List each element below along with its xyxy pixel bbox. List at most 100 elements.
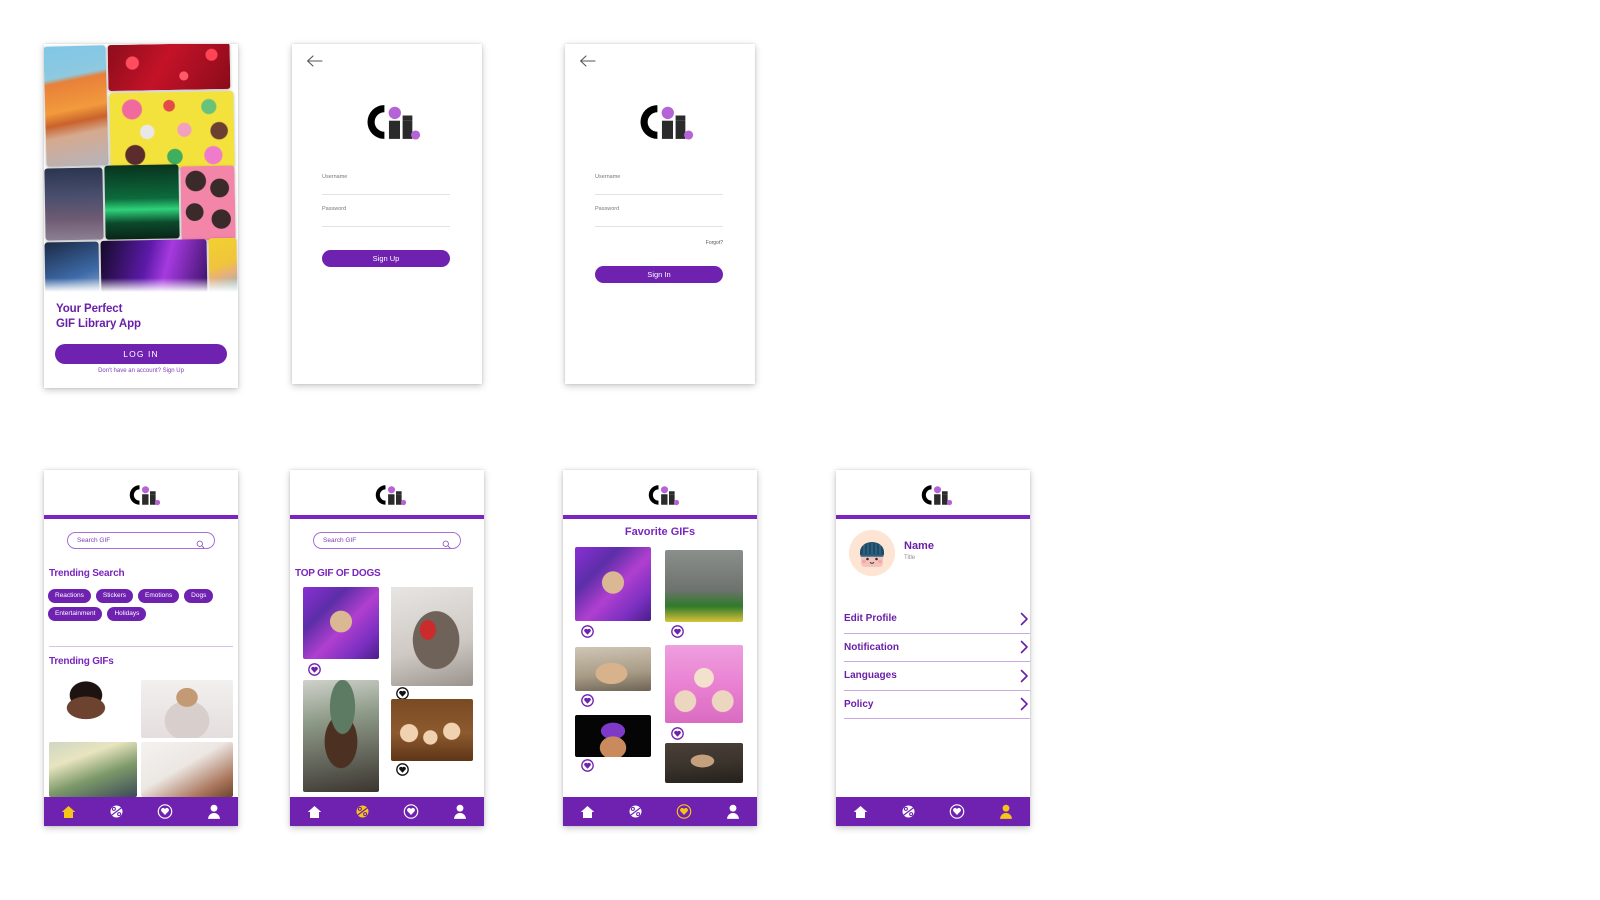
trending-gifs-title: Trending GIFs [49, 656, 114, 667]
collage-fade [44, 278, 238, 296]
bottom-navigation [290, 797, 484, 826]
sign-in-screen: Username Password Forgot? Sign In [565, 44, 755, 384]
nav-favorites[interactable] [400, 802, 422, 822]
nav-home[interactable] [849, 802, 871, 822]
gif-logo [118, 480, 164, 510]
user-name: Name [904, 540, 934, 552]
password-underline[interactable] [595, 226, 723, 227]
gif-flying-chihuahua[interactable] [303, 587, 379, 659]
menu-item-label: Languages [844, 670, 897, 682]
username-underline[interactable] [322, 194, 450, 195]
menu-notification[interactable]: Notification [844, 634, 1030, 662]
nav-home[interactable] [303, 802, 325, 822]
chevron-right-icon [1019, 669, 1029, 683]
nav-profile[interactable] [995, 802, 1017, 822]
gif-i-get-money-dog[interactable] [665, 550, 743, 622]
like-button[interactable] [671, 727, 684, 740]
gif-drake-reaction[interactable] [49, 680, 137, 738]
bottom-navigation [44, 797, 238, 826]
gif-glass-case-of-emotion[interactable] [665, 743, 743, 783]
header-divider [290, 515, 484, 519]
back-arrow-icon[interactable] [579, 54, 597, 68]
like-button[interactable] [308, 663, 321, 676]
back-arrow-icon[interactable] [306, 54, 324, 68]
menu-policy[interactable]: Policy [844, 691, 1030, 719]
nav-favorites[interactable] [154, 802, 176, 822]
search-icon [196, 536, 205, 549]
gif-logo [637, 480, 683, 510]
search-icon [442, 536, 451, 549]
nav-discover[interactable] [106, 802, 128, 822]
nav-discover[interactable] [898, 802, 920, 822]
like-button[interactable] [671, 625, 684, 638]
like-button[interactable] [581, 759, 594, 772]
search-input[interactable]: Search GIF [313, 532, 461, 549]
chevron-right-icon [1019, 697, 1029, 711]
tile-city-street [44, 167, 104, 241]
gif-bed-scene[interactable] [141, 742, 233, 797]
nav-profile[interactable] [722, 802, 744, 822]
user-avatar[interactable] [849, 530, 895, 576]
gif-pink-puppy-collage[interactable] [665, 645, 743, 723]
discover-screen: Search GIF TOP GIF OF DOGS [290, 470, 484, 826]
chip-stickers[interactable]: Stickers [95, 589, 134, 603]
gif-dog-beanie[interactable] [303, 680, 379, 792]
login-button[interactable]: LOG IN [55, 344, 227, 364]
username-label: Username [322, 174, 348, 180]
nav-favorites[interactable] [946, 802, 968, 822]
header-divider [44, 515, 238, 519]
headline-line-2: GIF Library App [56, 318, 141, 331]
nav-discover[interactable] [625, 802, 647, 822]
header-divider [836, 515, 1030, 519]
gif-bulldog-toy[interactable] [391, 587, 473, 686]
gif-puppy-crowd[interactable] [391, 699, 473, 761]
username-underline[interactable] [595, 194, 723, 195]
page-title: Your Perfect GIF Library App [56, 302, 226, 332]
profile-menu: Edit Profile Notification Languages Poli… [844, 605, 1030, 719]
page-title: Favorite GIFs [624, 526, 696, 538]
search-placeholder: Search GIF [323, 537, 357, 544]
chip-emotions[interactable]: Emotions [138, 589, 180, 603]
nav-home[interactable] [576, 802, 598, 822]
trending-search-title: Trending Search [49, 568, 125, 579]
chip-dogs[interactable]: Dogs [184, 589, 214, 603]
like-button[interactable] [396, 763, 409, 776]
tile-red-neon-pattern [107, 44, 231, 92]
headline-line-1: Your Perfect [56, 303, 123, 315]
menu-edit-profile[interactable]: Edit Profile [844, 605, 1030, 634]
header-divider [563, 515, 757, 519]
search-input[interactable]: Search GIF [67, 532, 215, 549]
section-divider [49, 646, 233, 647]
signup-prompt[interactable]: Don't have an account? Sign Up [44, 368, 238, 374]
profile-screen: Name Title Edit Profile Notification Lan… [836, 470, 1030, 826]
forgot-password-link[interactable]: Forgot? [706, 240, 723, 246]
menu-languages[interactable]: Languages [844, 662, 1030, 691]
bottom-navigation [836, 797, 1030, 826]
like-button[interactable] [581, 694, 594, 707]
chip-entertainment[interactable]: Entertainment [48, 607, 103, 621]
chip-holidays[interactable]: Holidays [107, 607, 147, 621]
nav-discover[interactable] [352, 802, 374, 822]
username-field-group: Username [322, 174, 450, 195]
trending-gifs-grid [49, 680, 233, 797]
gif-purple-hair-character[interactable] [575, 715, 651, 757]
gif-grocery-scene[interactable] [49, 742, 137, 797]
onboarding-screen: Your Perfect GIF Library App LOG IN Don'… [44, 44, 238, 388]
nav-home[interactable] [57, 802, 79, 822]
trending-search-chips: Reactions Stickers Emotions Dogs Enterta… [48, 589, 234, 621]
nav-favorites[interactable] [673, 802, 695, 822]
tile-aurora [104, 164, 180, 240]
gif-logo [364, 480, 410, 510]
sign-up-button[interactable]: Sign Up [322, 250, 450, 267]
chip-reactions[interactable]: Reactions [48, 589, 91, 603]
gif-flying-chihuahua[interactable] [575, 547, 651, 621]
sign-in-button[interactable]: Sign In [595, 266, 723, 283]
menu-item-label: Policy [844, 698, 874, 710]
nav-profile[interactable] [449, 802, 471, 822]
gif-shiba-boop[interactable] [575, 647, 651, 691]
gif-long-hair-guy[interactable] [141, 680, 233, 738]
like-button[interactable] [581, 625, 594, 638]
password-label: Password [595, 206, 620, 212]
nav-profile[interactable] [203, 802, 225, 822]
password-underline[interactable] [322, 226, 450, 227]
